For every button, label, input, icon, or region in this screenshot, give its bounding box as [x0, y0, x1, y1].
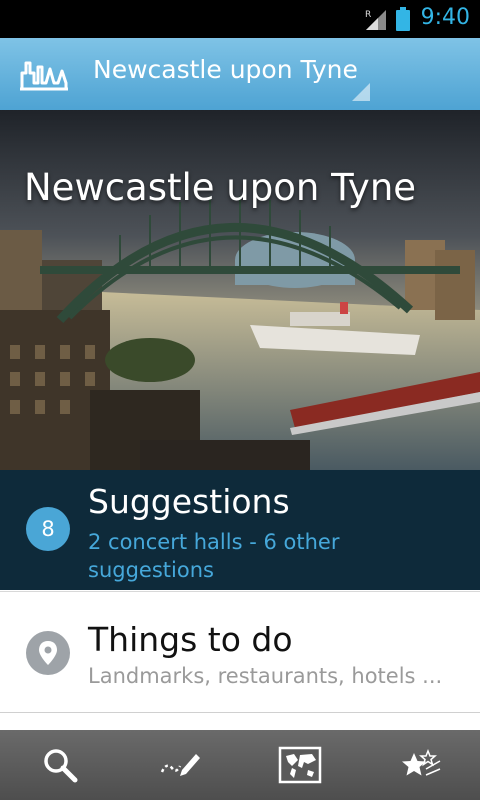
roaming-indicator: R	[365, 10, 371, 20]
status-bar: R 9:40	[0, 0, 480, 38]
status-clock: 9:40	[420, 5, 470, 30]
world-map-icon	[278, 746, 322, 784]
things-to-do-row[interactable]: Things to do Landmarks, restaurants, hot…	[0, 591, 480, 713]
city-skyline-icon[interactable]	[20, 57, 68, 91]
suggestions-count-badge: 8	[26, 507, 70, 551]
suggestions-title: Suggestions	[88, 482, 290, 521]
things-to-do-subtitle: Landmarks, restaurants, hotels ...	[88, 664, 443, 688]
list-item	[0, 712, 480, 731]
search-button[interactable]	[0, 730, 120, 800]
dropdown-corner-icon	[352, 83, 370, 101]
favorites-stars-icon	[402, 748, 441, 776]
favorites-button[interactable]	[360, 730, 480, 800]
world-map-button[interactable]	[240, 730, 360, 800]
battery-icon	[396, 7, 410, 31]
action-bar: Newcastle upon Tyne	[0, 38, 480, 110]
map-pin-icon	[26, 631, 70, 675]
hero-city-title: Newcastle upon Tyne	[24, 166, 417, 209]
things-to-do-title: Things to do	[88, 620, 293, 659]
journal-pen-icon	[160, 754, 200, 776]
search-icon	[44, 749, 78, 783]
journal-button[interactable]	[120, 730, 240, 800]
tyne-bridge-photo	[0, 110, 480, 470]
city-hero-image: Newcastle upon Tyne	[0, 110, 480, 470]
signal-icon: R	[365, 10, 386, 30]
suggestions-row[interactable]: 8 Suggestions 2 concert halls - 6 other …	[0, 470, 480, 590]
city-selector[interactable]: Newcastle upon Tyne	[93, 55, 358, 84]
bottom-navigation	[0, 730, 480, 800]
suggestions-subtitle: 2 concert halls - 6 other suggestions	[88, 530, 340, 582]
